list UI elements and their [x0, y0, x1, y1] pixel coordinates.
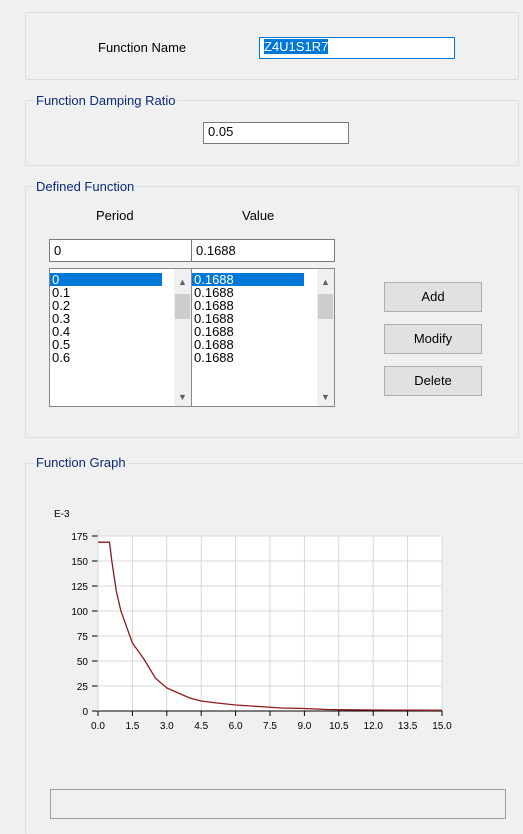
- x-tick-label: 7.5: [263, 721, 277, 732]
- period-list-scrollbar[interactable]: ▲ ▼: [174, 269, 191, 406]
- y-tick-label: 175: [71, 532, 88, 543]
- period-list-item[interactable]: 0.2: [50, 299, 191, 312]
- y-unit-label: E-3: [54, 509, 70, 520]
- modify-button[interactable]: Modify: [384, 324, 482, 354]
- period-list-item[interactable]: 0.4: [50, 325, 191, 338]
- defined-function-legend: Defined Function: [34, 179, 137, 194]
- period-list-item[interactable]: 0.6: [50, 351, 191, 364]
- value-list-scrollbar[interactable]: ▲ ▼: [317, 269, 334, 406]
- y-tick-label: 25: [77, 682, 89, 693]
- period-list[interactable]: 0 0.1 0.2 0.3 0.4 0.5 0.6 ▲ ▼: [49, 268, 192, 407]
- add-button[interactable]: Add: [384, 282, 482, 312]
- y-tick-label: 100: [71, 607, 88, 618]
- function-name-value: Z4U1S1R7: [264, 39, 329, 54]
- delete-button[interactable]: Delete: [384, 366, 482, 396]
- x-tick-label: 1.5: [125, 721, 139, 732]
- x-tick-label: 12.0: [363, 721, 383, 732]
- period-column-header: Period: [96, 208, 134, 223]
- period-list-item[interactable]: 0.5: [50, 338, 191, 351]
- status-box: [50, 789, 506, 819]
- x-tick-label: 0.0: [91, 721, 105, 732]
- y-tick-label: 125: [71, 582, 88, 593]
- period-list-item[interactable]: 0.1: [50, 286, 191, 299]
- x-tick-label: 4.5: [194, 721, 208, 732]
- damping-legend: Function Damping Ratio: [34, 93, 178, 108]
- x-tick-label: 15.0: [432, 721, 452, 732]
- value-input[interactable]: 0.1688: [191, 239, 335, 262]
- y-tick-label: 0: [82, 707, 88, 718]
- scroll-up-icon[interactable]: ▲: [174, 275, 191, 289]
- y-tick-label: 150: [71, 557, 88, 568]
- y-tick-label: 75: [77, 632, 89, 643]
- scroll-down-icon[interactable]: ▼: [317, 390, 334, 404]
- x-tick-label: 6.0: [229, 721, 243, 732]
- function-name-input[interactable]: Z4U1S1R7: [259, 37, 455, 59]
- y-tick-label: 50: [77, 657, 89, 668]
- scroll-up-icon[interactable]: ▲: [317, 275, 334, 289]
- x-tick-label: 10.5: [329, 721, 349, 732]
- period-input[interactable]: 0: [49, 239, 192, 262]
- x-tick-label: 3.0: [160, 721, 174, 732]
- function-name-label: Function Name: [98, 40, 187, 55]
- scroll-down-icon[interactable]: ▼: [174, 390, 191, 404]
- scroll-thumb[interactable]: [175, 294, 190, 319]
- value-list[interactable]: 0.1688 0.1688 0.1688 0.1688 0.1688 0.1688 0.16…: [191, 268, 335, 407]
- damping-ratio-input[interactable]: 0.05: [203, 122, 349, 144]
- scroll-thumb[interactable]: [318, 294, 333, 319]
- function-graph-legend: Function Graph: [34, 455, 128, 470]
- value-column-header: Value: [242, 208, 275, 223]
- x-tick-label: 13.5: [398, 721, 418, 732]
- period-list-item[interactable]: 0.3: [50, 312, 191, 325]
- value-list-item[interactable]: 0.1688: [192, 351, 334, 364]
- x-tick-label: 9.0: [297, 721, 311, 732]
- function-graph-chart: 0.0 1.5 3.0 4.5 6.0 7.5 9.0 10.5 12.0 13.5 15.0 0 25…: [54, 509, 452, 732]
